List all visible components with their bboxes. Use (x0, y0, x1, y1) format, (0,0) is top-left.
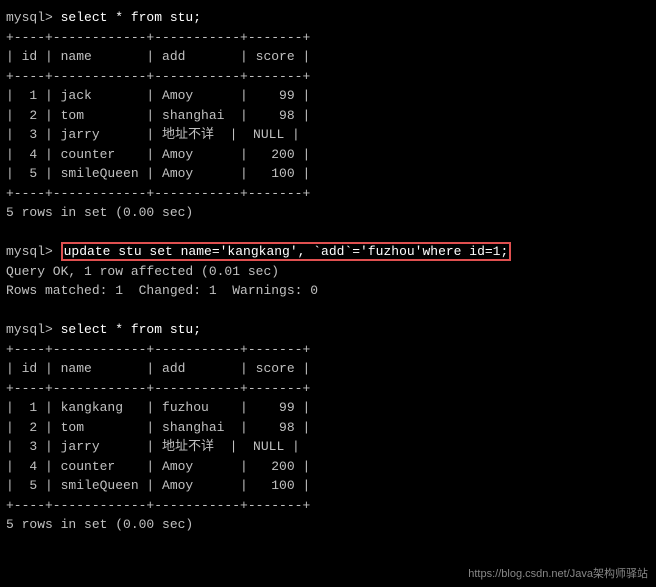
border-2-top: +----+------------+-----------+-------+ (6, 340, 650, 360)
blank-1 (6, 223, 650, 243)
row-2-3: | 3 | jarry | 地址不详 | NULL | (6, 437, 650, 457)
line-1: mysql> select * from stu; (6, 8, 650, 28)
watermark-text: https://blog.csdn.net/Java架构师驿站 (468, 568, 648, 580)
watermark: https://blog.csdn.net/Java架构师驿站 (468, 565, 648, 581)
border-2-bottom: +----+------------+-----------+-------+ (6, 496, 650, 516)
rowcount-1: 5 rows in set (0.00 sec) (6, 203, 650, 223)
line-2: +----+------------+-----------+-------+ (6, 28, 650, 48)
header-2: | id | name | add | score | (6, 359, 650, 379)
line-update: mysql> update stu set name='kangkang', `… (6, 242, 650, 262)
blank-2 (6, 301, 650, 321)
terminal-window: mysql> select * from stu; +----+--------… (0, 0, 656, 587)
row-2-1: | 1 | kangkang | fuzhou | 99 | (6, 398, 650, 418)
row-2-4: | 4 | counter | Amoy | 200 | (6, 457, 650, 477)
line-3: | id | name | add | score | (6, 47, 650, 67)
row-2-5: | 5 | smileQueen | Amoy | 100 | (6, 476, 650, 496)
line-border-bottom-1: +----+------------+-----------+-------+ (6, 184, 650, 204)
cmd-1: select * from stu; (61, 10, 201, 25)
row-1-5: | 5 | smileQueen | Amoy | 100 | (6, 164, 650, 184)
row-2-2: | 2 | tom | shanghai | 98 | (6, 418, 650, 438)
update-cmd: update stu set name='kangkang', `add`='f… (61, 242, 512, 261)
rows-matched: Rows matched: 1 Changed: 1 Warnings: 0 (6, 281, 650, 301)
query-ok: Query OK, 1 row affected (0.01 sec) (6, 262, 650, 282)
prompt-2: mysql> (6, 322, 61, 337)
row-1-1: | 1 | jack | Amoy | 99 | (6, 86, 650, 106)
prompt-1: mysql> (6, 10, 61, 25)
prompt-update: mysql> (6, 244, 61, 259)
row-1-4: | 4 | counter | Amoy | 200 | (6, 145, 650, 165)
cmd-2: select * from stu; (61, 322, 201, 337)
rowcount-2: 5 rows in set (0.00 sec) (6, 515, 650, 535)
line-select2: mysql> select * from stu; (6, 320, 650, 340)
line-4: +----+------------+-----------+-------+ (6, 67, 650, 87)
border-2-head: +----+------------+-----------+-------+ (6, 379, 650, 399)
row-1-3: | 3 | jarry | 地址不详 | NULL | (6, 125, 650, 145)
row-1-2: | 2 | tom | shanghai | 98 | (6, 106, 650, 126)
